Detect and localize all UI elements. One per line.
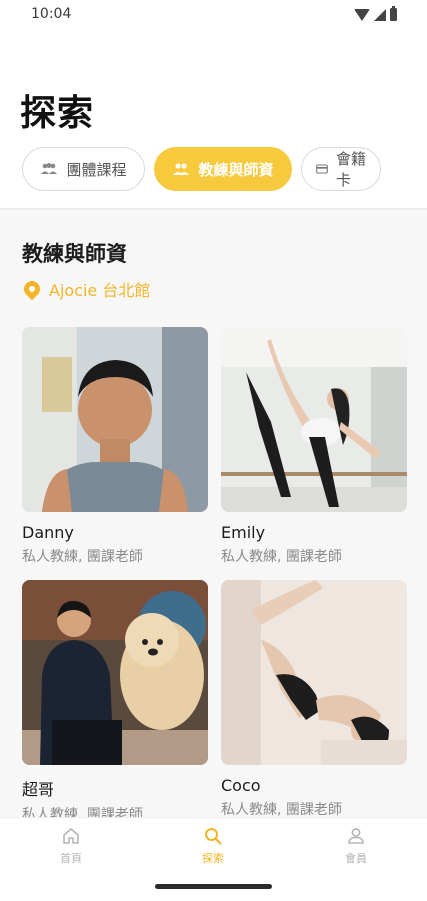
coach-grid: Danny 私人教練, 團課老師 Emily 私人教練, 團課老師 超哥 私人教… (22, 327, 407, 817)
page-title: 探索 (20, 93, 95, 134)
nav-member[interactable]: 會員 (316, 826, 396, 866)
coach-name: 超哥 (22, 780, 55, 799)
location-label: Ajocie 台北館 (49, 281, 151, 300)
coach-roles: 私人教練, 團課老師 (221, 549, 342, 565)
coach-card-emily[interactable]: Emily 私人教練, 團課老師 (221, 327, 407, 566)
section-title: 教練與師資 (22, 242, 127, 266)
battery-icon (390, 6, 397, 21)
nav-label: 首頁 (60, 852, 82, 865)
status-bar: 10:04 (0, 0, 427, 30)
coach-roles: 私人教練, 團課老師 (22, 549, 143, 565)
home-indicator (155, 884, 272, 889)
coach-photo (221, 327, 407, 512)
tab-label: 團體課程 (66, 160, 127, 179)
filter-tabs: 團體課程 教練與師資 會籍卡 (22, 147, 381, 191)
location-pin-icon (20, 277, 44, 301)
coach-photo (221, 580, 407, 765)
coach-name: Danny (22, 523, 74, 542)
home-icon (63, 828, 79, 844)
status-icons (354, 6, 397, 21)
wifi-icon (354, 8, 370, 21)
coach-name: Coco (221, 776, 261, 795)
nav-explore[interactable]: 探索 (173, 826, 253, 866)
coach-photo (22, 580, 208, 765)
people-icon (173, 163, 190, 175)
coach-photo (22, 327, 208, 512)
nav-label: 會員 (345, 852, 367, 865)
nav-home[interactable]: 首頁 (31, 826, 111, 866)
coach-roles: 私人教練, 團課老師 (221, 802, 342, 817)
coach-name: Emily (221, 523, 266, 542)
nav-label: 探索 (202, 852, 224, 865)
tab-label: 教練與師資 (198, 160, 274, 179)
coach-card-chao[interactable]: 超哥 私人教練, 團課老師 (22, 580, 208, 817)
signal-icon (374, 8, 386, 21)
group-icon (41, 163, 58, 174)
tab-group-classes[interactable]: 團體課程 (22, 147, 145, 191)
coach-roles: 私人教練, 團課老師 (22, 807, 143, 817)
coach-card-coco[interactable]: Coco 私人教練, 團課老師 (221, 580, 407, 817)
status-time: 10:04 (31, 6, 72, 22)
card-icon (316, 164, 328, 174)
user-icon (348, 828, 364, 844)
search-icon (205, 828, 222, 845)
location-selector[interactable]: Ajocie 台北館 (20, 277, 151, 301)
tab-label: 會籍卡 (336, 150, 367, 189)
coach-card-danny[interactable]: Danny 私人教練, 團課老師 (22, 327, 208, 566)
tab-membership-card[interactable]: 會籍卡 (301, 147, 381, 191)
tab-coaches[interactable]: 教練與師資 (154, 147, 292, 191)
